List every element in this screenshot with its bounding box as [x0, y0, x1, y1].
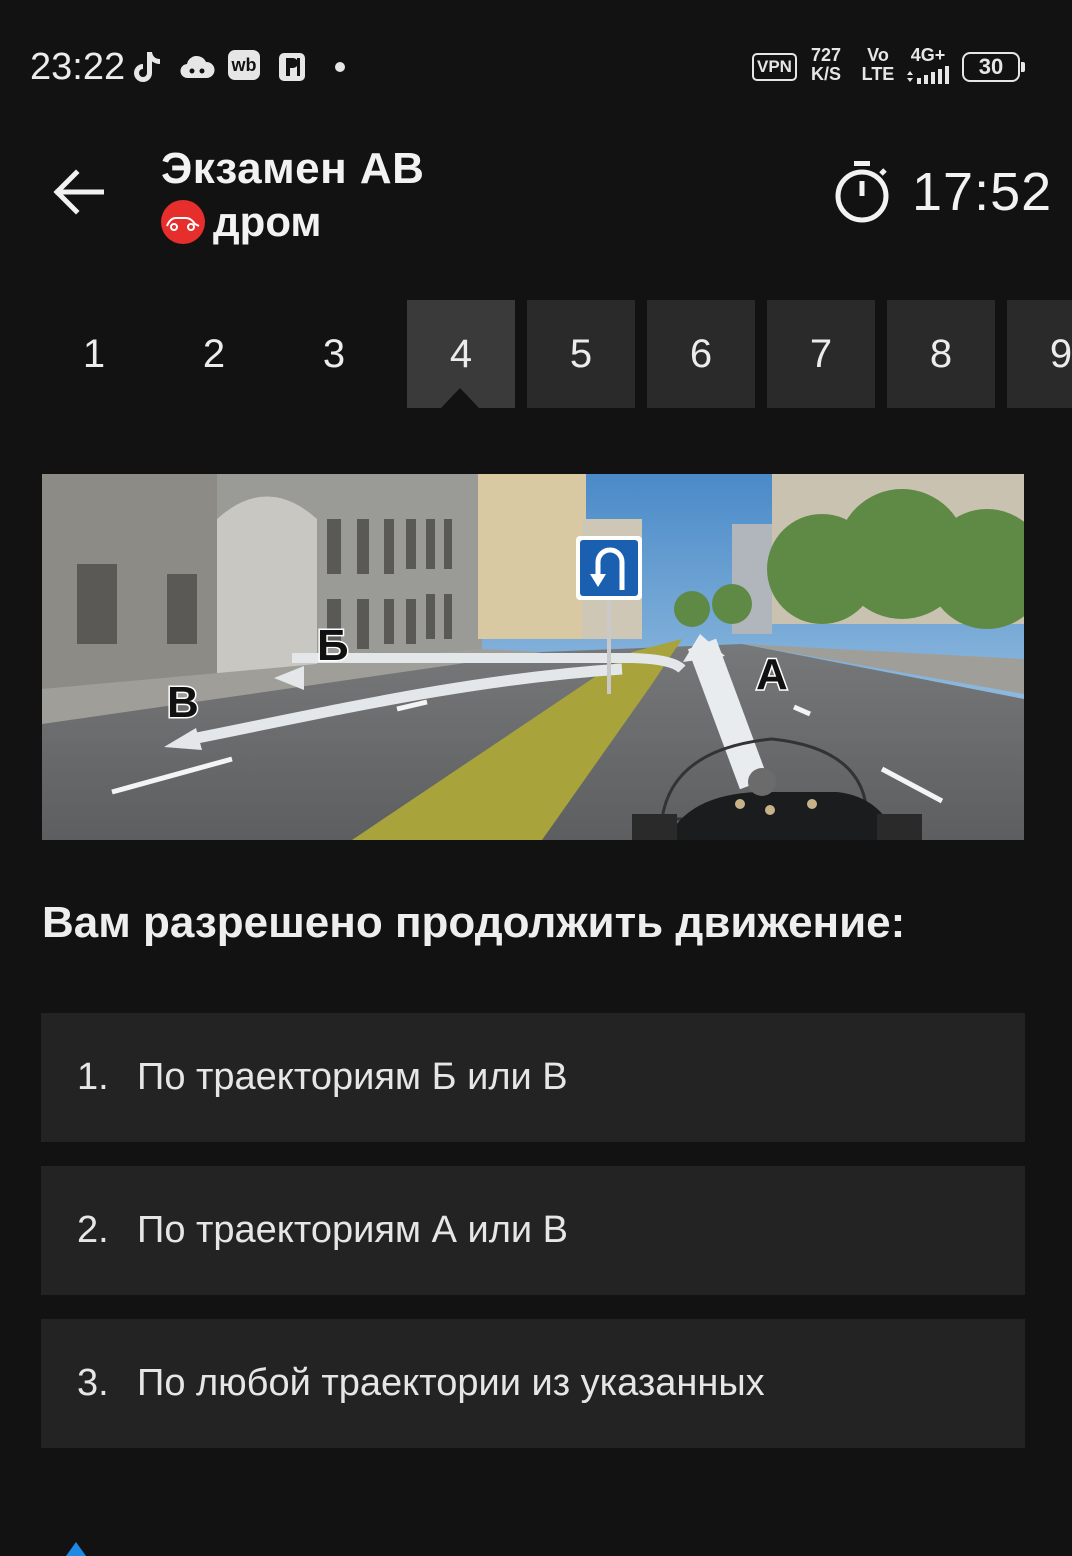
tab-question-9[interactable]: 9: [1007, 300, 1072, 408]
active-tab-indicator: [441, 388, 479, 408]
answer-number: 2.: [77, 1209, 109, 1251]
brand-name: дром: [213, 198, 322, 245]
question-tabs: 1 2 3 4 5 6 7 8 9: [40, 300, 1072, 410]
answer-number: 3.: [77, 1362, 109, 1404]
network-speed-unit: K/S: [810, 64, 841, 84]
parking-icon: [278, 50, 306, 84]
volte-bottom: LTE: [861, 64, 895, 84]
answer-text: По траекториям Б или В: [137, 1056, 568, 1098]
tab-question-5[interactable]: 5: [527, 300, 635, 408]
drom-logo-icon: [161, 200, 205, 244]
answer-option-1[interactable]: 1. По траекториям Б или В: [41, 1013, 1025, 1142]
tab-question-1[interactable]: 1: [40, 300, 148, 408]
tab-question-7[interactable]: 7: [767, 300, 875, 408]
label-a: А: [756, 650, 788, 699]
exam-timer: 17:52: [834, 152, 1052, 232]
signal-indicator: 4G+: [902, 46, 954, 89]
label-b: Б: [317, 621, 349, 670]
screen: 23:22 wb VPN 727 K/S Vo LTE 4G+ 30 Экзам…: [0, 0, 1072, 1556]
answer-option-2[interactable]: 2. По траекториям А или В: [41, 1166, 1025, 1295]
question-image: А Б В: [42, 474, 1024, 840]
cloud-icon: [178, 50, 216, 84]
stopwatch-icon: [835, 161, 889, 223]
tab-question-3[interactable]: 3: [280, 300, 388, 408]
status-time: 23:22: [30, 46, 126, 88]
battery-indicator: 30: [962, 52, 1025, 82]
answer-option-3[interactable]: 3. По любой траектории из указанных: [41, 1319, 1025, 1448]
tab-question-8[interactable]: 8: [887, 300, 995, 408]
volte-top: Vo: [867, 45, 889, 65]
network-type: 4G+: [910, 45, 946, 65]
tab-question-2[interactable]: 2: [160, 300, 268, 408]
arrow-left-icon: [53, 169, 104, 215]
answer-number: 1.: [77, 1056, 109, 1098]
status-bar: 23:22 wb VPN 727 K/S Vo LTE 4G+ 30: [0, 0, 1072, 130]
vpn-badge: VPN: [752, 53, 797, 81]
wb-icon: wb: [228, 50, 260, 80]
brand: дром: [161, 198, 322, 246]
network-speed-value: 727: [810, 45, 842, 65]
tab-question-6[interactable]: 6: [647, 300, 755, 408]
volte-indicator: Vo LTE: [860, 46, 896, 84]
answer-text: По траекториям А или В: [137, 1209, 569, 1251]
answer-text: По любой траектории из указанных: [137, 1362, 765, 1404]
tiktok-icon: [132, 50, 164, 84]
question-text: Вам разрешено продолжить движение:: [42, 898, 906, 947]
page-title: Экзамен АВ: [161, 144, 425, 193]
network-speed: 727 K/S: [806, 46, 846, 84]
signal-bars-icon: [907, 66, 949, 84]
timer-value: 17:52: [912, 162, 1053, 222]
notification-dot: [335, 62, 345, 72]
hint-icon[interactable]: [66, 1542, 86, 1556]
label-v: В: [167, 678, 199, 727]
back-button[interactable]: [46, 160, 110, 224]
